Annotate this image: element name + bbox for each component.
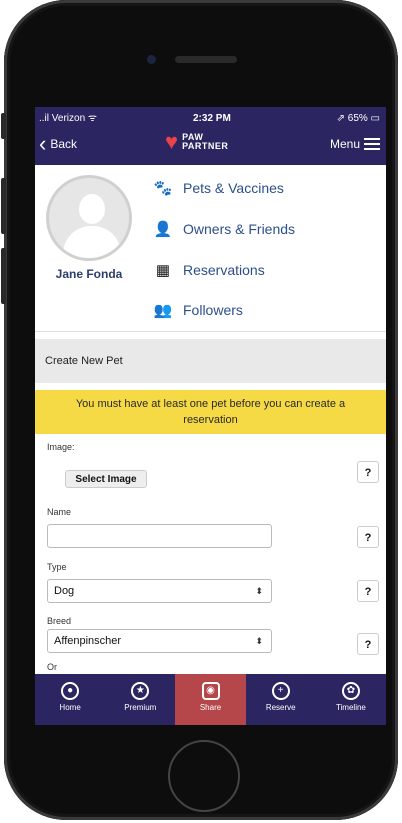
heart-paw-icon: ♥ <box>165 129 179 154</box>
link-label: Followers <box>183 302 243 318</box>
volume-down-button <box>1 248 6 304</box>
carrier-label: ..il Verizon ᯤ <box>39 113 98 124</box>
link-label: Reservations <box>183 262 265 278</box>
link-label: Owners & Friends <box>183 221 296 237</box>
name-help-button[interactable]: ? <box>357 526 379 548</box>
calendar-icon: ▦ <box>155 262 171 279</box>
earpiece-speaker <box>175 56 237 63</box>
tab-label: Premium <box>124 703 157 712</box>
tab-label: Reserve <box>265 703 296 712</box>
star-icon: ★ <box>131 682 150 700</box>
type-label: Type <box>47 562 67 572</box>
tab-reserve[interactable]: + Reserve <box>246 674 316 725</box>
tab-label: Home <box>59 703 81 712</box>
name-label: Name <box>47 507 72 517</box>
link-reservations[interactable]: ▦ Reservations <box>153 261 265 279</box>
image-label: Image: <box>47 442 75 452</box>
chevron-left-icon: ‹ <box>39 131 47 156</box>
home-icon: ● <box>61 682 80 700</box>
app-screen: ..il Verizon ᯤ 2:32 PM ⇗ 65% ▭ ‹ Back ♥ … <box>35 107 386 725</box>
tab-label: Share <box>199 703 222 712</box>
back-button[interactable]: ‹ Back <box>39 131 78 156</box>
menu-button[interactable]: Menu <box>330 137 380 151</box>
home-button[interactable] <box>168 740 240 812</box>
profile-card: Jane Fonda 🐾 Pets & Vaccines 👤 Owners & … <box>35 165 386 332</box>
name-field[interactable] <box>47 524 272 548</box>
breed-value: Affenpinscher <box>54 635 122 647</box>
tab-home[interactable]: ● Home <box>35 674 105 725</box>
bottom-tab-bar: ● Home ★ Premium ◉ Share + Reserve ✿ Tim… <box>35 674 386 725</box>
menu-label: Menu <box>329 137 360 151</box>
or-label: Or <box>47 662 57 672</box>
paw-icon: 🐾 <box>153 180 173 197</box>
back-label: Back <box>50 137 78 151</box>
volume-up-button <box>1 178 6 234</box>
avatar-head-shape <box>79 194 105 224</box>
type-help-button[interactable]: ? <box>357 580 379 602</box>
tab-timeline[interactable]: ✿ Timeline <box>316 674 386 725</box>
breed-label: Breed <box>47 616 72 626</box>
camera-icon: ◉ <box>201 682 220 700</box>
paw-icon: ✿ <box>341 682 360 700</box>
top-navigation-bar: ..il Verizon ᯤ 2:32 PM ⇗ 65% ▭ ‹ Back ♥ … <box>35 107 386 165</box>
tab-label: Timeline <box>335 703 366 712</box>
type-select[interactable]: Dog ⬍ <box>47 579 272 603</box>
group-icon: 👥 <box>153 302 173 319</box>
select-arrows-icon: ⬍ <box>255 636 263 646</box>
breed-help-button[interactable]: ? <box>357 633 379 655</box>
battery-indicator: ⇗ 65% ▭ <box>336 113 380 124</box>
link-followers[interactable]: 👥 Followers <box>153 301 243 319</box>
link-pets-vaccines[interactable]: 🐾 Pets & Vaccines <box>153 179 284 197</box>
select-arrows-icon: ⬍ <box>255 586 263 596</box>
image-help-button[interactable]: ? <box>357 461 379 483</box>
avatar[interactable] <box>46 175 132 261</box>
type-value: Dog <box>54 585 75 597</box>
hamburger-icon <box>364 138 380 150</box>
paw-partner-logo: ♥ PAW PARTNER <box>165 131 228 153</box>
tab-share[interactable]: ◉ Share <box>175 674 246 725</box>
plus-icon: + <box>271 682 290 700</box>
logo-word-partner: PARTNER <box>182 141 229 151</box>
front-camera <box>147 55 156 64</box>
mute-switch <box>1 113 6 139</box>
section-title: Create New Pet <box>35 339 386 383</box>
link-owners-friends[interactable]: 👤 Owners & Friends <box>153 220 295 238</box>
link-label: Pets & Vaccines <box>183 180 284 196</box>
avatar-body-shape <box>63 226 121 258</box>
clock: 2:32 PM <box>193 113 231 124</box>
breed-select[interactable]: Affenpinscher ⬍ <box>47 629 272 653</box>
select-image-button[interactable]: Select Image <box>65 470 147 488</box>
profile-name[interactable]: Jane Fonda <box>47 267 131 281</box>
person-icon: 👤 <box>153 221 173 238</box>
tab-premium[interactable]: ★ Premium <box>105 674 175 725</box>
warning-banner: You must have at least one pet before yo… <box>35 390 386 434</box>
